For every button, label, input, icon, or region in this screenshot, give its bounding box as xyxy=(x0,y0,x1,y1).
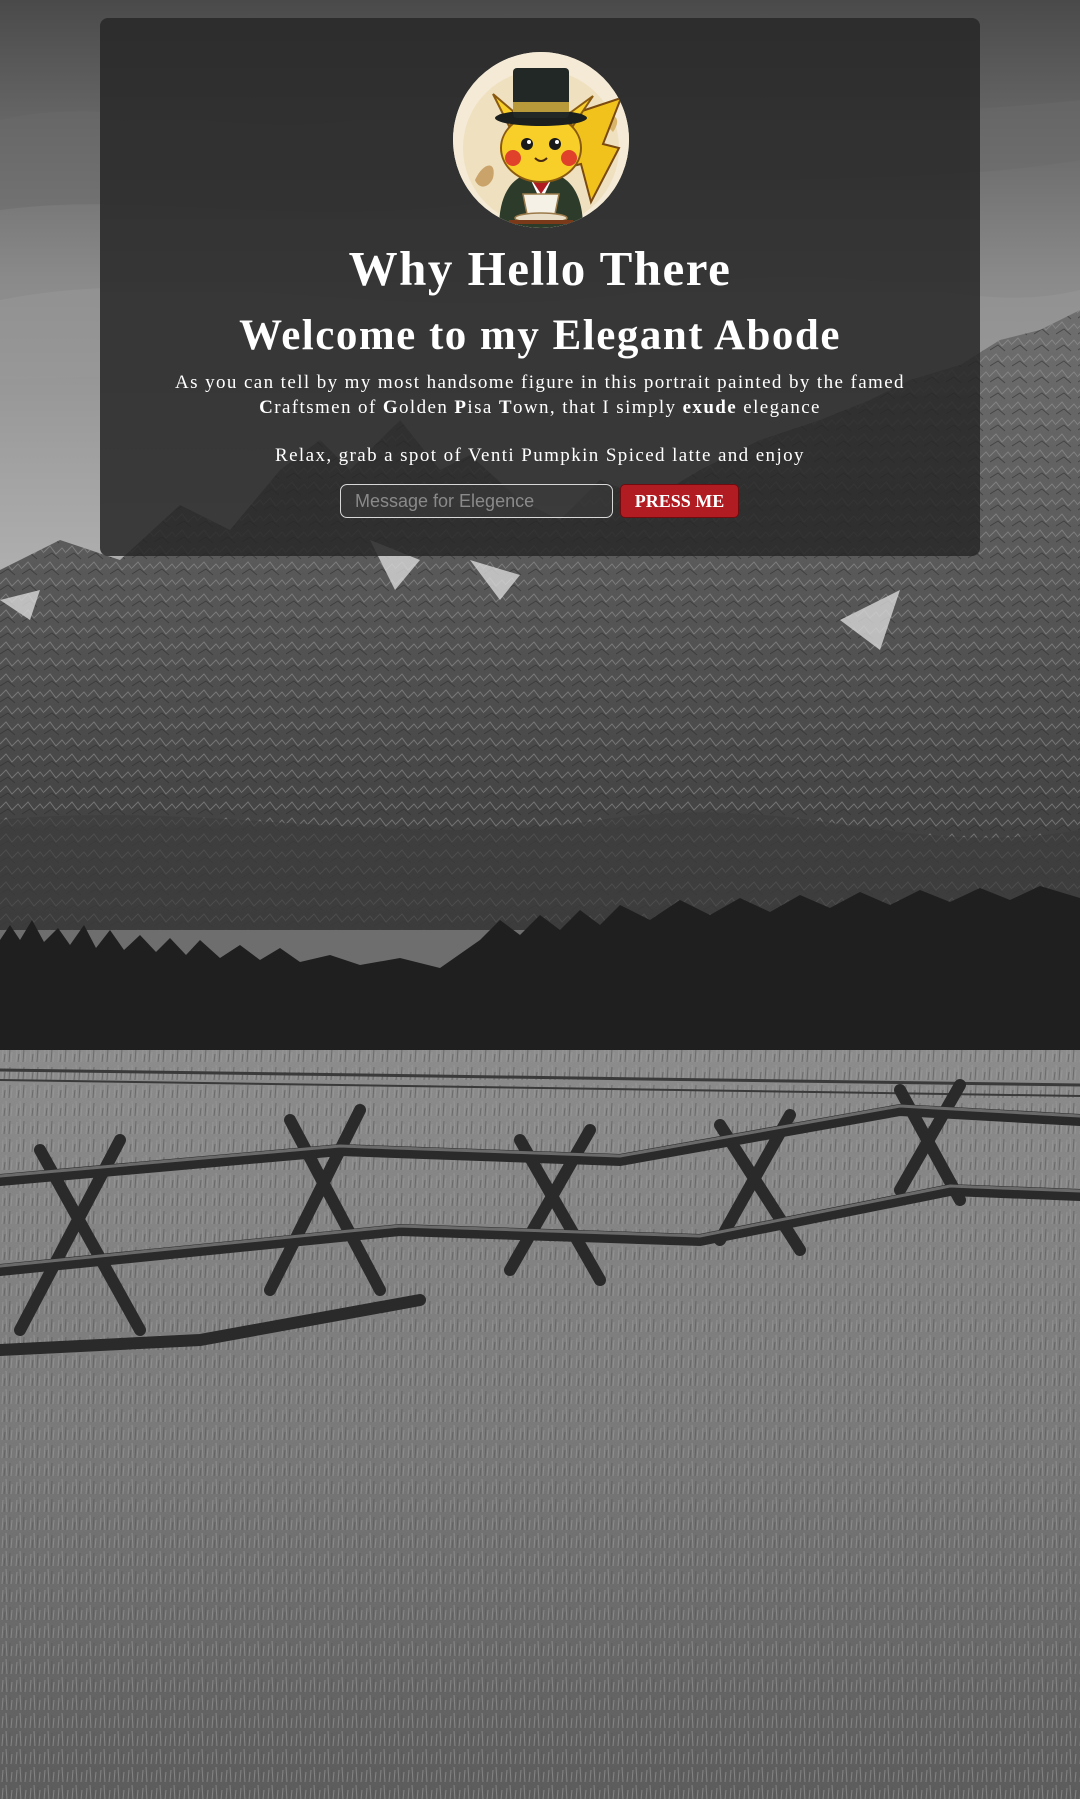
intro-initial: G xyxy=(382,397,400,418)
page-title: Why Hello There xyxy=(348,241,732,296)
pikachu-portrait-icon xyxy=(453,52,629,228)
intro-paragraph: As you can tell by my most handsome figu… xyxy=(130,370,950,420)
intro-initial: T xyxy=(498,397,513,418)
intro-text: olden xyxy=(399,397,455,418)
intro-initial: P xyxy=(454,397,468,418)
intro-emphasis: exude xyxy=(682,397,738,418)
intro-initial: C xyxy=(259,397,275,418)
intro-text: elegance xyxy=(737,397,821,418)
intro-text: raftsmen of xyxy=(274,397,383,418)
message-input[interactable] xyxy=(340,484,613,518)
page-subtitle: Welcome to my Elegant Abode xyxy=(239,312,841,359)
intro-text: own, that I simply xyxy=(512,397,683,418)
intro-text: As you can tell by my most handsome figu… xyxy=(175,372,905,393)
press-me-button[interactable]: PRESS ME xyxy=(620,484,739,518)
avatar xyxy=(453,52,629,228)
intro-text: isa xyxy=(467,397,499,418)
relax-text: Relax, grab a spot of Venti Pumpkin Spic… xyxy=(275,445,805,466)
welcome-card: Why Hello There Welcome to my Elegant Ab… xyxy=(100,18,980,556)
